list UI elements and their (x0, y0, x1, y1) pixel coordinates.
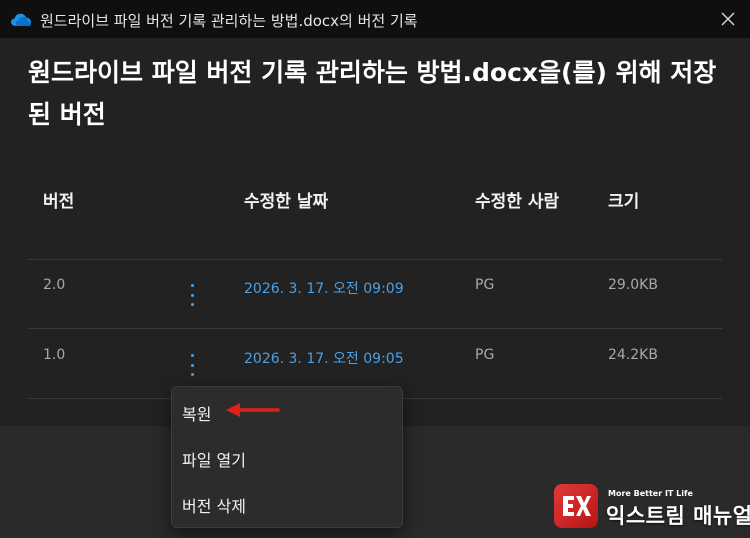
row-modified-by: PG (475, 347, 495, 363)
row-version: 1.0 (43, 347, 66, 363)
more-dot (190, 354, 194, 357)
more-dot (190, 303, 194, 306)
window-title: 원드라이브 파일 버전 기록 관리하는 방법.docx의 버전 기록 (40, 12, 418, 30)
column-header-modified-by[interactable]: 수정한 사람 (475, 187, 559, 212)
ex-logo-icon (563, 496, 591, 516)
watermark-tagline: More Better IT Life (608, 489, 693, 498)
heading-line-2: 된 버전 (28, 100, 106, 129)
heading-line-1: 원드라이브 파일 버전 기록 관리하는 방법.docx을(를) 위해 저장 (28, 58, 717, 87)
page-heading: 원드라이브 파일 버전 기록 관리하는 방법.docx을(를) 위해 저장 된 … (28, 52, 728, 136)
more-dot (190, 373, 194, 376)
column-header-size[interactable]: 크기 (608, 187, 639, 212)
watermark-name: 익스트림 매뉴얼 (606, 504, 750, 528)
annotation-arrow-icon (226, 403, 280, 417)
menu-item-open-file[interactable]: 파일 열기 (182, 447, 246, 471)
more-dot (190, 363, 194, 367)
more-options-button[interactable] (184, 281, 200, 309)
more-dot (190, 284, 194, 287)
row-modified-date-link[interactable]: 2026. 3. 17. 오전 09:05 (244, 348, 404, 368)
version-context-menu: 복원 파일 열기 버전 삭제 (171, 386, 403, 528)
title-bar: 원드라이브 파일 버전 기록 관리하는 방법.docx의 버전 기록 (0, 0, 750, 38)
row-size: 24.2KB (608, 347, 658, 363)
row-version: 2.0 (43, 277, 66, 293)
table-divider (28, 259, 722, 260)
row-divider (28, 328, 722, 329)
brand-logo (554, 484, 598, 528)
column-header-version[interactable]: 버전 (43, 187, 74, 212)
column-header-modified-date[interactable]: 수정한 날짜 (244, 187, 328, 212)
close-button[interactable] (716, 7, 740, 31)
more-options-button[interactable] (184, 351, 200, 379)
onedrive-cloud-icon (11, 13, 31, 26)
menu-item-restore[interactable]: 복원 (182, 401, 211, 425)
row-modified-date-link[interactable]: 2026. 3. 17. 오전 09:09 (244, 278, 404, 298)
row-size: 29.0KB (608, 277, 658, 293)
row-modified-by: PG (475, 277, 495, 293)
close-icon (721, 12, 735, 26)
more-dot (190, 293, 194, 297)
menu-item-delete-version[interactable]: 버전 삭제 (182, 493, 246, 517)
